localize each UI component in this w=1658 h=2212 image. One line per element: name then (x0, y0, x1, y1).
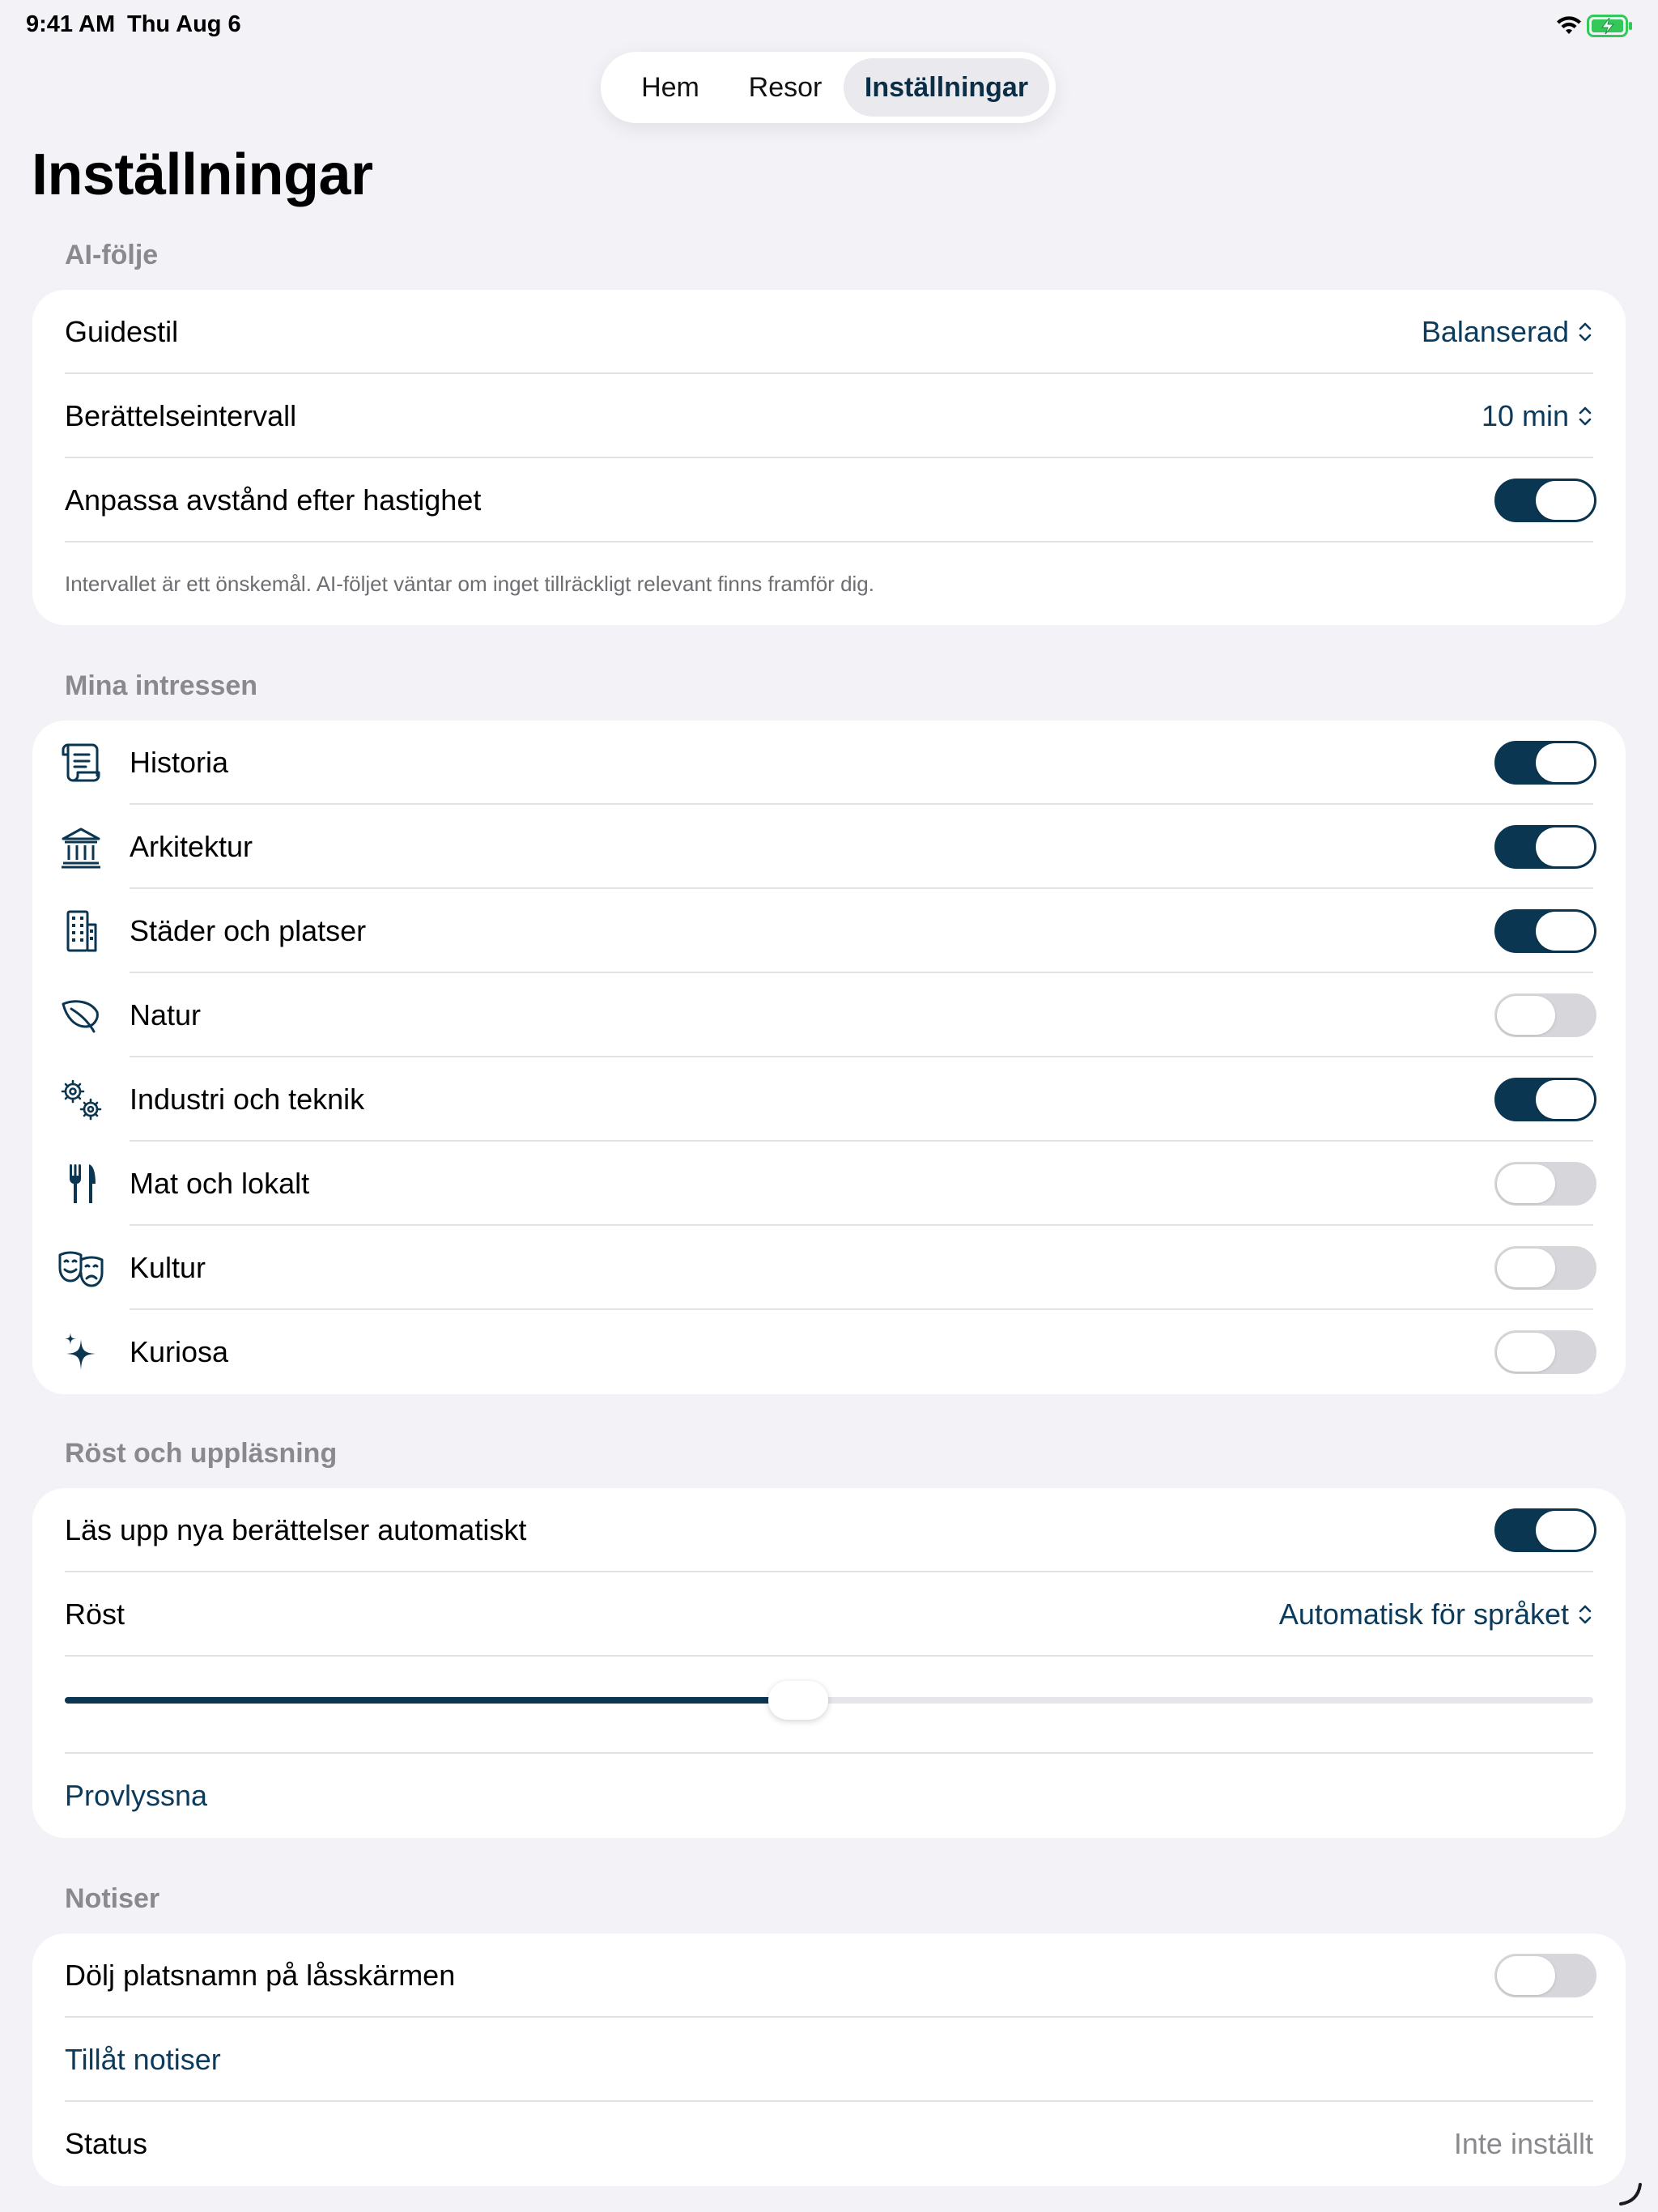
interest-row-arkitektur: Arkitektur (32, 805, 1626, 889)
page-title: Inställningar (32, 143, 373, 207)
chevron-up-down-icon (1579, 322, 1592, 342)
ai-companion-card: Guidestil Balanserad Berättelseintervall… (32, 290, 1626, 625)
guide-style-row[interactable]: Guidestil Balanserad (32, 290, 1626, 374)
chevron-up-down-icon (1579, 406, 1592, 426)
tab-hem[interactable]: Hem (615, 58, 725, 117)
section-header-voice: Röst och uppläsning (65, 1438, 338, 1469)
guide-style-label: Guidestil (65, 315, 179, 348)
interest-toggle-kultur[interactable] (1494, 1246, 1596, 1290)
status-date: Thu Aug 6 (127, 11, 241, 37)
interest-label: Industri och teknik (130, 1083, 365, 1116)
interest-label: Kuriosa (130, 1335, 229, 1368)
speed-slider-row (32, 1657, 1626, 1754)
guide-style-value: Balanserad (1421, 315, 1569, 348)
chevron-up-down-icon (1579, 1605, 1592, 1624)
voice-value: Automatisk för språket (1278, 1597, 1569, 1631)
interest-label: Kultur (130, 1251, 206, 1284)
status-label: Status (65, 2127, 148, 2160)
status-value: Inte inställt (1453, 2127, 1593, 2160)
interest-toggle-industri[interactable] (1494, 1078, 1596, 1121)
interest-row-mat: Mat och lokalt (32, 1142, 1626, 1226)
section-header-ai: AI-följe (65, 240, 159, 270)
theater-masks-icon (58, 1251, 104, 1287)
hide-place-names-row: Dölj platsnamn på låsskärmen (32, 1933, 1626, 2018)
speed-slider-thumb[interactable] (768, 1681, 829, 1720)
hide-place-names-label: Dölj platsnamn på låsskärmen (65, 1959, 456, 1992)
interest-row-stader: Städer och platser (32, 889, 1626, 973)
speed-slider-track[interactable] (65, 1697, 1593, 1704)
interest-row-natur: Natur (32, 973, 1626, 1057)
interest-label: Arkitektur (130, 830, 253, 863)
interest-toggle-stader[interactable] (1494, 909, 1596, 953)
scroll-icon (62, 743, 100, 782)
interval-footnote: Intervallet är ett önskemål. AI-följet v… (65, 572, 874, 596)
tab-installningar[interactable]: Inställningar (844, 58, 1049, 117)
voice-row[interactable]: Röst Automatisk för språket (32, 1572, 1626, 1657)
city-building-icon (66, 910, 97, 952)
gears-icon (61, 1079, 102, 1121)
interest-label: Städer och platser (130, 914, 367, 947)
interests-card: Historia Arkitektur Städer och platser N… (32, 721, 1626, 1394)
interest-label: Historia (130, 746, 229, 779)
status-time: 9:41 AM (26, 11, 116, 37)
interest-toggle-historia[interactable] (1494, 741, 1596, 785)
auto-read-toggle[interactable] (1494, 1508, 1596, 1552)
adapt-distance-row: Anpassa avstånd efter hastighet (32, 458, 1626, 542)
allow-notifications-row[interactable]: Tillåt notiser (32, 2018, 1626, 2102)
section-header-notifications: Notiser (65, 1883, 160, 1914)
section-header-interests: Mina intressen (65, 670, 258, 701)
sparkles-icon (65, 1333, 96, 1370)
speed-slider-fill (65, 1697, 799, 1704)
status-bar: 9:41 AM Thu Aug 6 (0, 0, 1658, 52)
wifi-icon (1557, 16, 1581, 34)
adapt-distance-label: Anpassa avstånd efter hastighet (65, 483, 482, 517)
building-columns-icon (62, 827, 100, 869)
story-interval-picker[interactable]: 10 min (1482, 374, 1593, 458)
story-interval-value: 10 min (1481, 399, 1569, 432)
status-row: Status Inte inställt (32, 2102, 1626, 2186)
allow-notifications-button[interactable]: Tillåt notiser (65, 2018, 221, 2102)
voice-picker[interactable]: Automatisk för språket (1279, 1572, 1593, 1657)
interest-row-historia: Historia (32, 721, 1626, 805)
interest-toggle-mat[interactable] (1494, 1162, 1596, 1206)
interest-toggle-natur[interactable] (1494, 993, 1596, 1037)
interest-label: Natur (130, 998, 202, 1032)
hide-place-names-toggle[interactable] (1494, 1954, 1596, 1997)
auto-read-label: Läs upp nya berättelser automatiskt (65, 1513, 527, 1546)
battery-charging-icon (1587, 15, 1632, 37)
interest-row-kultur: Kultur (32, 1226, 1626, 1310)
leaf-icon (62, 1000, 99, 1033)
interest-toggle-arkitektur[interactable] (1494, 825, 1596, 869)
guide-style-picker[interactable]: Balanserad (1422, 290, 1593, 374)
fork-knife-icon (70, 1164, 96, 1203)
adapt-distance-toggle[interactable] (1494, 479, 1596, 522)
interest-label: Mat och lokalt (130, 1167, 310, 1200)
resize-corner-icon (1619, 2183, 1642, 2206)
notifications-card: Dölj platsnamn på låsskärmen Tillåt noti… (32, 1933, 1626, 2186)
voice-label: Röst (65, 1597, 125, 1631)
story-interval-label: Berättelseintervall (65, 399, 297, 432)
interest-row-industri: Industri och teknik (32, 1057, 1626, 1142)
tab-bar: Hem Resor Inställningar (601, 52, 1056, 123)
auto-read-row: Läs upp nya berättelser automatiskt (32, 1488, 1626, 1572)
voice-card: Läs upp nya berättelser automatiskt Röst… (32, 1488, 1626, 1838)
interest-row-kuriosa: Kuriosa (32, 1310, 1626, 1394)
preview-row[interactable]: Provlyssna (32, 1754, 1626, 1838)
tab-resor[interactable]: Resor (733, 58, 837, 117)
story-interval-row[interactable]: Berättelseintervall 10 min (32, 374, 1626, 458)
interest-toggle-kuriosa[interactable] (1494, 1330, 1596, 1374)
footnote-row: Intervallet är ett önskemål. AI-följet v… (32, 542, 1626, 627)
preview-button[interactable]: Provlyssna (65, 1754, 207, 1838)
